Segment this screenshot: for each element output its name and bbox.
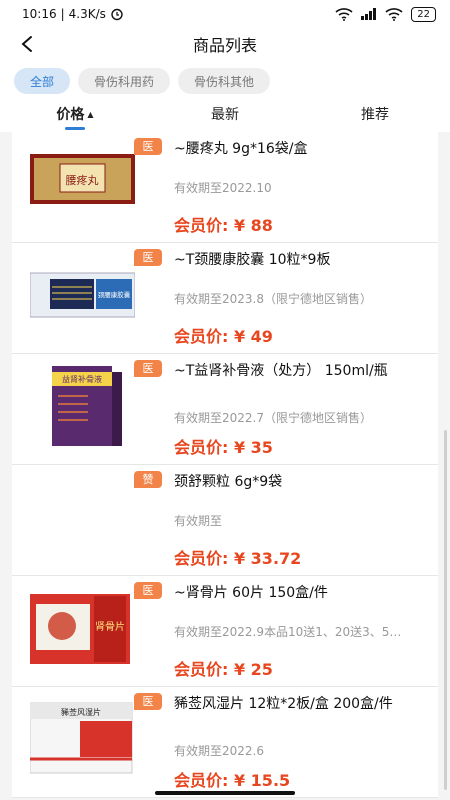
- signal-icon: [361, 8, 377, 20]
- tab-recommended[interactable]: 推荐: [300, 102, 450, 132]
- expiry-date: 有效期至2022.7（限宁德地区销售）: [174, 411, 372, 425]
- box-label: 肾骨片: [95, 620, 125, 633]
- clock: 10:16: [22, 7, 57, 21]
- expiry-date: 有效期至2022.10: [174, 181, 272, 195]
- promo-tag: 赞: [134, 471, 162, 488]
- product-item[interactable]: 颈腰康胶囊 医 ~T颈腰康胶囊 10粒*9板 有效期至2023.8（限宁德地区销…: [12, 243, 438, 354]
- product-name: 豨莶风湿片 12粒*2板/盒 200盒/件: [174, 696, 393, 712]
- product-item[interactable]: 益肾补骨液 医 ~T益肾补骨液（处方） 150ml/瓶 有效期至2022.7（限…: [12, 354, 438, 465]
- category-chip-orthopedic-other[interactable]: 骨伤科其他: [178, 68, 271, 94]
- rx-tag: 医: [134, 693, 162, 710]
- nav-bar: 商品列表: [0, 28, 450, 60]
- product-item[interactable]: 腰疼丸 医 ~腰疼丸 9g*16袋/盒 有效期至2022.10 会员价: ¥ 8…: [12, 132, 438, 243]
- sort-tabs: 价格 ▲ 最新 推荐: [0, 102, 450, 132]
- expiry-date: 有效期至2022.6: [174, 744, 264, 758]
- product-image: 豨莶风湿片: [30, 702, 133, 774]
- page-title: 商品列表: [192, 36, 257, 55]
- wifi-icon: [335, 7, 353, 21]
- product-image: 腰疼丸: [30, 154, 135, 204]
- rx-tag: 医: [134, 249, 162, 266]
- member-price: 会员价: ¥ 49: [174, 327, 273, 346]
- rx-tag: 医: [134, 582, 162, 599]
- member-price: 会员价: ¥ 15.5: [174, 771, 291, 790]
- home-indicator[interactable]: [155, 791, 295, 795]
- tab-price-label: 价格: [56, 107, 85, 123]
- product-image: 肾骨片: [30, 594, 130, 664]
- rx-tag: 医: [134, 360, 162, 377]
- member-price: 会员价: ¥ 25: [174, 660, 273, 679]
- network-speed: 4.3K/s: [68, 7, 106, 21]
- category-filter: 全部 骨伤科用药 骨伤科其他: [0, 60, 450, 102]
- category-chip-orthopedic-drugs[interactable]: 骨伤科用药: [78, 68, 171, 94]
- status-separator: |: [60, 7, 65, 21]
- member-price: 会员价: ¥ 35: [174, 438, 273, 457]
- rx-tag: 医: [134, 138, 162, 155]
- product-image: 颈腰康胶囊: [30, 272, 135, 318]
- member-price: 会员价: ¥ 33.72: [174, 549, 302, 568]
- wifi-strength-icon: [385, 7, 403, 21]
- product-item[interactable]: 赞 颈舒颗粒 6g*9袋 有效期至 会员价: ¥ 33.72: [12, 465, 438, 576]
- product-item[interactable]: 豨莶风湿片 医 豨莶风湿片 12粒*2板/盒 200盒/件 有效期至2022.6…: [12, 687, 438, 798]
- box-label: 颈腰康胶囊: [98, 290, 131, 299]
- box-label: 腰疼丸: [66, 173, 99, 187]
- expiry-date: 有效期至: [174, 514, 223, 528]
- product-list[interactable]: 腰疼丸 医 ~腰疼丸 9g*16袋/盒 有效期至2022.10 会员价: ¥ 8…: [0, 132, 450, 800]
- expiry-date: 有效期至2022.9本品10送1、20送3、5…: [174, 625, 402, 639]
- product-name: ~T益肾补骨液（处方） 150ml/瓶: [174, 363, 388, 379]
- sort-arrow-icon: ▲: [87, 110, 94, 119]
- product-name: ~肾骨片 60片 150盒/件: [174, 585, 328, 601]
- tab-price[interactable]: 价格 ▲: [0, 102, 150, 132]
- back-button[interactable]: [14, 31, 40, 57]
- battery-indicator: 22: [411, 6, 436, 22]
- product-image: 益肾补骨液: [52, 366, 122, 446]
- box-label: 豨莶风湿片: [61, 707, 101, 717]
- product-item[interactable]: 肾骨片 医 ~肾骨片 60片 150盒/件 有效期至2022.9本品10送1、2…: [12, 576, 438, 687]
- status-bar: 10:16 | 4.3K/s 22: [0, 0, 450, 28]
- scrollbar[interactable]: [444, 430, 447, 790]
- chevron-left-icon: [21, 36, 32, 52]
- member-price: 会员价: ¥ 88: [174, 216, 273, 235]
- tab-newest[interactable]: 最新: [150, 102, 300, 132]
- category-chip-all[interactable]: 全部: [14, 68, 71, 94]
- expiry-date: 有效期至2023.8（限宁德地区销售）: [174, 292, 372, 306]
- box-label: 益肾补骨液: [62, 374, 102, 384]
- product-name: ~T颈腰康胶囊 10粒*9板: [174, 252, 331, 268]
- product-name: 颈舒颗粒 6g*9袋: [174, 474, 283, 490]
- alarm-icon: [111, 8, 123, 21]
- product-name: ~腰疼丸 9g*16袋/盒: [174, 141, 308, 157]
